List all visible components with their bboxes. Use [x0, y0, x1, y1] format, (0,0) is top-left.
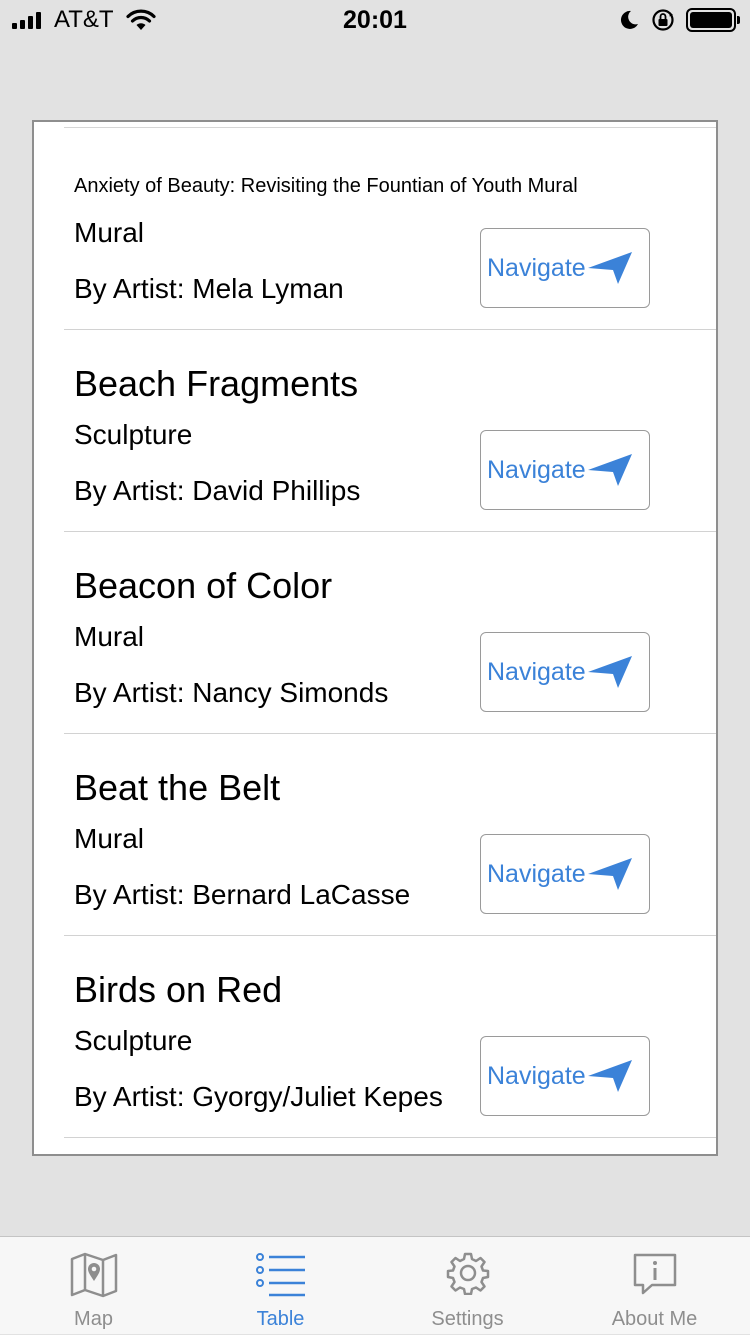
navigate-button[interactable]: Navigate	[480, 430, 650, 510]
artwork-type: Sculpture	[74, 1025, 193, 1056]
status-right	[618, 8, 740, 32]
artwork-type: Mural	[74, 217, 145, 248]
list-item[interactable]: Beacon of Color Mural By Artist: Nancy S…	[34, 532, 716, 734]
tab-about-me[interactable]: About Me	[561, 1237, 748, 1335]
navigate-button[interactable]: Navigate	[480, 1036, 650, 1116]
map-icon	[70, 1252, 117, 1298]
artwork-title: Anxiety of Beauty: Revisiting the Founti…	[74, 175, 578, 197]
list-item[interactable]: Beat the Belt Mural By Artist: Bernard L…	[34, 734, 716, 936]
rotation-lock-icon	[652, 9, 674, 31]
artwork-artist: By Artist: Mela Lyman	[74, 273, 344, 304]
tab-label: About Me	[611, 1308, 698, 1330]
tab-map[interactable]: Map	[0, 1237, 187, 1335]
location-arrow-icon	[587, 656, 632, 688]
navigate-button[interactable]: Navigate	[480, 632, 650, 712]
status-bar: AT&T 20:01	[0, 0, 750, 40]
artwork-type: Sculpture	[74, 419, 193, 450]
location-arrow-icon	[587, 1060, 632, 1092]
location-arrow-icon	[587, 252, 632, 284]
tab-label: Map	[74, 1308, 113, 1330]
location-arrow-icon	[587, 454, 632, 486]
location-arrow-icon	[587, 858, 632, 890]
list-icon	[255, 1253, 305, 1297]
info-bubble-icon	[633, 1253, 676, 1295]
gear-icon	[446, 1252, 489, 1295]
tab-label: Settings	[431, 1308, 504, 1330]
list-item[interactable]: Beach Fragments Sculpture By Artist: Dav…	[34, 330, 716, 532]
list-item[interactable]: Birds on Red Sculpture By Artist: Gyorgy…	[34, 936, 716, 1138]
navigate-button[interactable]: Navigate	[480, 834, 650, 914]
artwork-title: Beacon of Color	[74, 565, 333, 606]
artwork-type: Mural	[74, 823, 145, 854]
navigate-label: Navigate	[487, 658, 586, 686]
list-item[interactable]: Anxiety of Beauty: Revisiting the Founti…	[34, 128, 716, 330]
navigate-label: Navigate	[487, 860, 586, 888]
moon-icon	[620, 10, 638, 29]
artwork-title: Birds on Red	[74, 969, 283, 1010]
tab-label: Table	[256, 1308, 305, 1330]
artwork-title: Beach Fragments	[74, 363, 359, 404]
artwork-title: Beat the Belt	[74, 767, 281, 808]
navigate-label: Navigate	[487, 254, 586, 282]
artwork-list-card: Anxiety of Beauty: Revisiting the Founti…	[32, 120, 718, 1156]
navigate-label: Navigate	[487, 456, 586, 484]
battery-icon	[686, 8, 740, 32]
artwork-type: Mural	[74, 621, 145, 652]
artwork-artist: By Artist: David Phillips	[74, 475, 361, 506]
tab-settings[interactable]: Settings	[374, 1237, 561, 1335]
row-divider	[64, 1137, 716, 1138]
artwork-artist: By Artist: Nancy Simonds	[74, 677, 389, 708]
tab-bar: Map Table Settings About Me	[0, 1236, 750, 1334]
artwork-artist: By Artist: Bernard LaCasse	[74, 879, 411, 910]
navigate-label: Navigate	[487, 1062, 586, 1090]
artwork-artist: By Artist: Gyorgy/Juliet Kepes	[74, 1081, 443, 1112]
navigate-button[interactable]: Navigate	[480, 228, 650, 308]
tab-table[interactable]: Table	[187, 1237, 374, 1335]
